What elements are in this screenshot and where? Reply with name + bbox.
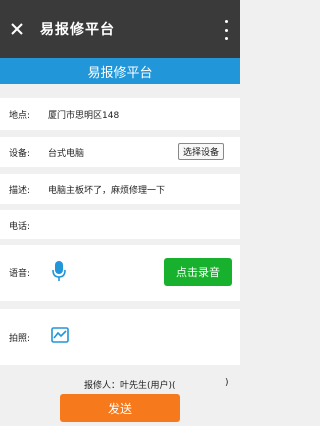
send-button[interactable]: 发送	[60, 394, 180, 422]
location-field[interactable]: 厦门市思明区148	[48, 108, 119, 121]
app-topbar: 易报修平台	[0, 0, 240, 58]
location-row: 地点: 厦门市思明区148	[0, 98, 240, 130]
send-bar: 发送	[0, 392, 240, 426]
photo-label: 拍照:	[9, 334, 31, 344]
device-row: 设备: 台式电脑 选择设备	[0, 137, 240, 167]
voice-row: 语音: 点击录音	[0, 245, 240, 301]
more-button[interactable]	[222, 20, 230, 40]
location-label: 地点:	[9, 111, 31, 121]
voice-label: 语音:	[9, 269, 31, 279]
app-title: 易报修平台	[40, 22, 115, 38]
close-icon	[11, 23, 23, 35]
reporter-text: 报修人：叶先生(用户)(	[84, 381, 176, 391]
select-device-button[interactable]: 选择设备	[177, 143, 224, 160]
more-vertical-icon	[224, 20, 228, 23]
device-field[interactable]: 台式电脑	[48, 146, 84, 159]
description-field[interactable]: 电脑主板坏了，麻烦修理一下	[48, 183, 165, 196]
page-title: 易报修平台	[87, 65, 153, 81]
close-button[interactable]	[0, 0, 34, 58]
description-label: 描述:	[9, 186, 31, 196]
photo-row: 拍照:	[0, 309, 240, 365]
phone-row: 电话:	[0, 210, 240, 239]
page-header: 易报修平台	[0, 58, 240, 84]
device-label: 设备:	[9, 149, 31, 159]
record-button[interactable]: 点击录音	[164, 258, 232, 286]
description-row: 描述: 电脑主板坏了，麻烦修理一下	[0, 174, 240, 204]
phone-label: 电话:	[9, 222, 31, 232]
microphone-icon[interactable]	[52, 260, 66, 282]
image-icon[interactable]	[51, 327, 69, 343]
reporter-info: 报修人：叶先生(用户)( )	[0, 374, 240, 394]
reporter-close-paren: )	[225, 378, 229, 388]
